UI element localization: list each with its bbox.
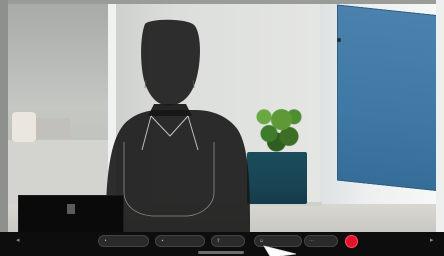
- more-icon: ⋯: [309, 237, 314, 244]
- acoustic-panel: [337, 4, 441, 192]
- layout-icon[interactable]: ◂: [16, 237, 22, 244]
- self-view-label: [25, 220, 117, 228]
- right-border: [436, 0, 444, 232]
- video-call-screen: ◂ ▸ • ▪ ⇧ ☺ ⋯: [0, 0, 444, 256]
- cursor-pointer: [262, 244, 300, 256]
- self-view-icon: [67, 204, 75, 214]
- control-button-3[interactable]: ⇧: [211, 235, 245, 247]
- panel-marker: [337, 38, 341, 42]
- home-indicator: [198, 251, 244, 254]
- self-view-preview[interactable]: [18, 195, 124, 235]
- expand-icon[interactable]: ▸: [430, 237, 436, 244]
- share-icon: ⇧: [216, 237, 221, 244]
- left-border: [0, 0, 8, 232]
- control-button-1[interactable]: •: [98, 235, 149, 247]
- reaction-icon: ☺: [258, 237, 265, 244]
- top-border: [0, 0, 444, 4]
- camera-icon: ▪: [161, 237, 164, 244]
- table: [36, 118, 70, 138]
- control-button-5[interactable]: ⋯: [304, 235, 338, 247]
- planter-box: [247, 152, 307, 204]
- participant-silhouette: [102, 18, 254, 234]
- panel-caption: [345, 35, 439, 45]
- end-call-button[interactable]: [345, 235, 358, 248]
- chair: [12, 112, 36, 142]
- plant: [254, 100, 304, 156]
- control-button-2[interactable]: ▪: [155, 235, 205, 247]
- mic-icon: •: [104, 237, 107, 244]
